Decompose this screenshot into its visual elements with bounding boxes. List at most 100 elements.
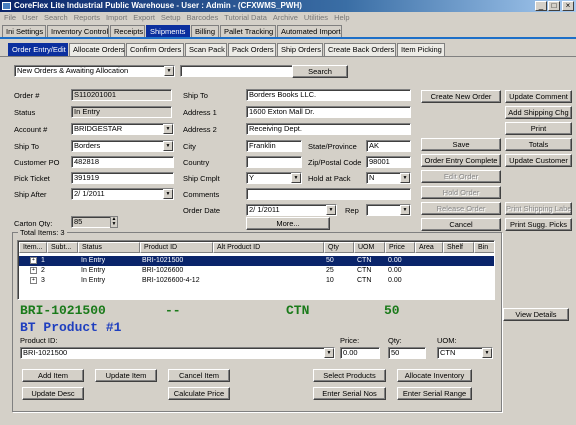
- tab-scan-pack[interactable]: Scan Pack: [185, 43, 227, 56]
- column-header-status[interactable]: Status: [78, 242, 140, 253]
- column-header-item[interactable]: Item...: [19, 242, 47, 253]
- menu-search[interactable]: Search: [44, 12, 68, 24]
- chevron-down-icon[interactable]: ▼: [482, 348, 492, 358]
- create-new-order-button[interactable]: Create New Order: [421, 90, 501, 103]
- add-shipping-chg-button[interactable]: Add Shipping Chg: [505, 106, 572, 119]
- close-icon[interactable]: ×: [562, 1, 574, 11]
- add-item-button[interactable]: Add Item: [22, 369, 84, 382]
- chevron-down-icon[interactable]: ▼: [163, 189, 173, 199]
- menu-user[interactable]: User: [22, 12, 38, 24]
- search-input[interactable]: [180, 65, 298, 77]
- tab-pack-orders[interactable]: Pack Orders: [228, 43, 276, 56]
- table-row[interactable]: + 3 In Entry BRI-1026600-4-12 10 CTN 0.0…: [19, 276, 494, 286]
- expand-icon[interactable]: +: [30, 257, 37, 264]
- tab-ini-settings[interactable]: Ini Settings: [2, 25, 46, 37]
- enter-serial-range-button[interactable]: Enter Serial Range: [397, 387, 472, 400]
- comments-field[interactable]: [246, 188, 411, 200]
- country-field[interactable]: [246, 156, 302, 168]
- items-table[interactable]: Item... Subt... Status Product ID Alt Pr…: [17, 240, 495, 300]
- chevron-down-icon[interactable]: ▼: [164, 66, 174, 76]
- print-shipping-label-button[interactable]: Print Shipping Label: [505, 202, 572, 215]
- ship-after-date[interactable]: 2/ 1/2011 ▼: [71, 188, 174, 200]
- save-button[interactable]: Save: [421, 138, 501, 151]
- select-products-button[interactable]: Select Products: [313, 369, 386, 382]
- column-header-product-id[interactable]: Product ID: [140, 242, 213, 253]
- menu-file[interactable]: File: [4, 12, 16, 24]
- expand-icon[interactable]: +: [30, 267, 37, 274]
- tab-ship-orders[interactable]: Ship Orders: [277, 43, 323, 56]
- table-row[interactable]: + 2 In Entry BRI-1026600 25 CTN 0.00: [19, 266, 494, 276]
- qty-field[interactable]: 50: [388, 347, 426, 359]
- totals-button[interactable]: Totals: [505, 138, 572, 151]
- print-sugg-picks-button[interactable]: Print Sugg. Picks: [505, 218, 572, 231]
- chevron-down-icon[interactable]: ▼: [163, 141, 173, 151]
- menu-help[interactable]: Help: [334, 12, 349, 24]
- tab-create-back-orders[interactable]: Create Back Orders: [324, 43, 396, 56]
- hold-order-button[interactable]: Hold Order: [421, 186, 501, 199]
- address2-field[interactable]: Receiving Dept.: [246, 123, 411, 135]
- edit-order-button[interactable]: Edit Order: [421, 170, 501, 183]
- chevron-down-icon[interactable]: ▼: [326, 205, 336, 215]
- column-header-shelf[interactable]: Shelf: [443, 242, 474, 253]
- ship-to-name-field[interactable]: Borders Books LLC.: [246, 89, 411, 101]
- cancel-item-button[interactable]: Cancel Item: [168, 369, 230, 382]
- enter-serial-nos-button[interactable]: Enter Serial Nos: [313, 387, 386, 400]
- tab-inventory-control[interactable]: Inventory Control: [47, 25, 109, 37]
- column-header-price[interactable]: Price: [385, 242, 415, 253]
- menu-utilities[interactable]: Utilities: [304, 12, 328, 24]
- price-field[interactable]: 0.00: [340, 347, 380, 359]
- menu-reports[interactable]: Reports: [74, 12, 100, 24]
- order-filter-select[interactable]: New Orders & Awaiting Allocation ▼: [14, 65, 175, 77]
- tab-automated-import[interactable]: Automated Import: [277, 25, 342, 37]
- menu-export[interactable]: Export: [133, 12, 155, 24]
- chevron-down-icon[interactable]: ▼: [400, 173, 410, 183]
- expand-icon[interactable]: +: [30, 277, 37, 284]
- column-header-uom[interactable]: UOM: [354, 242, 385, 253]
- address1-field[interactable]: 1600 Exton Mall Dr.: [246, 106, 411, 118]
- search-button[interactable]: Search: [292, 65, 348, 78]
- tab-order-entry-edit[interactable]: Order Entry/Edit: [8, 43, 68, 56]
- column-header-qty[interactable]: Qty: [324, 242, 354, 253]
- tab-confirm-orders[interactable]: Confirm Orders: [126, 43, 184, 56]
- carton-qty-stepper[interactable]: ▲ ▼: [110, 216, 118, 228]
- more-button[interactable]: More...: [246, 217, 330, 230]
- menu-barcodes[interactable]: Barcodes: [187, 12, 219, 24]
- column-header-subtotal[interactable]: Subt...: [47, 242, 78, 253]
- tab-shipments[interactable]: Shipments: [146, 25, 190, 37]
- print-button[interactable]: Print: [505, 122, 572, 135]
- state-field[interactable]: AK: [366, 140, 411, 152]
- column-header-bin[interactable]: Bin: [474, 242, 494, 253]
- ship-complete-select[interactable]: Y ▼: [246, 172, 302, 184]
- pick-ticket-field[interactable]: 391919: [71, 172, 174, 184]
- allocate-inventory-button[interactable]: Allocate Inventory: [397, 369, 472, 382]
- cancel-button[interactable]: Cancel: [421, 218, 501, 231]
- menu-setup[interactable]: Setup: [161, 12, 181, 24]
- chevron-down-icon[interactable]: ▼: [291, 173, 301, 183]
- rep-select[interactable]: ▼: [366, 204, 411, 216]
- product-id-select[interactable]: BRI-1021500 ▼: [20, 347, 335, 359]
- menu-archive[interactable]: Archive: [273, 12, 298, 24]
- tab-item-picking[interactable]: Item Picking: [397, 43, 445, 56]
- update-comment-button[interactable]: Update Comment: [505, 90, 572, 103]
- column-header-alt-product-id[interactable]: Alt Product ID: [213, 242, 324, 253]
- update-item-button[interactable]: Update Item: [95, 369, 157, 382]
- chevron-down-icon[interactable]: ▼: [163, 124, 173, 134]
- release-order-button[interactable]: Release Order: [421, 202, 501, 215]
- calculate-price-button[interactable]: Calculate Price: [168, 387, 230, 400]
- hold-at-pack-select[interactable]: N ▼: [366, 172, 411, 184]
- chevron-down-icon[interactable]: ▼: [324, 348, 334, 358]
- menu-import[interactable]: Import: [106, 12, 127, 24]
- table-row[interactable]: + 1 In Entry BRI-1021500 50 CTN 0.00: [19, 256, 494, 266]
- city-field[interactable]: Franklin: [246, 140, 302, 152]
- zip-field[interactable]: 98001: [366, 156, 411, 168]
- tab-pallet-tracking[interactable]: Pallet Tracking: [220, 25, 276, 37]
- view-details-button[interactable]: View Details: [503, 308, 569, 321]
- tab-receipts[interactable]: Receipts: [110, 25, 145, 37]
- tab-billing[interactable]: Billing: [191, 25, 219, 37]
- tab-allocate-orders[interactable]: Allocate Orders: [69, 43, 125, 56]
- order-date-field[interactable]: 2/ 1/2011 ▼: [246, 204, 337, 216]
- uom-select[interactable]: CTN ▼: [437, 347, 493, 359]
- ship-to-select[interactable]: Borders ▼: [71, 140, 174, 152]
- customer-po-field[interactable]: 482818: [71, 156, 174, 168]
- minimize-icon[interactable]: _: [535, 1, 547, 11]
